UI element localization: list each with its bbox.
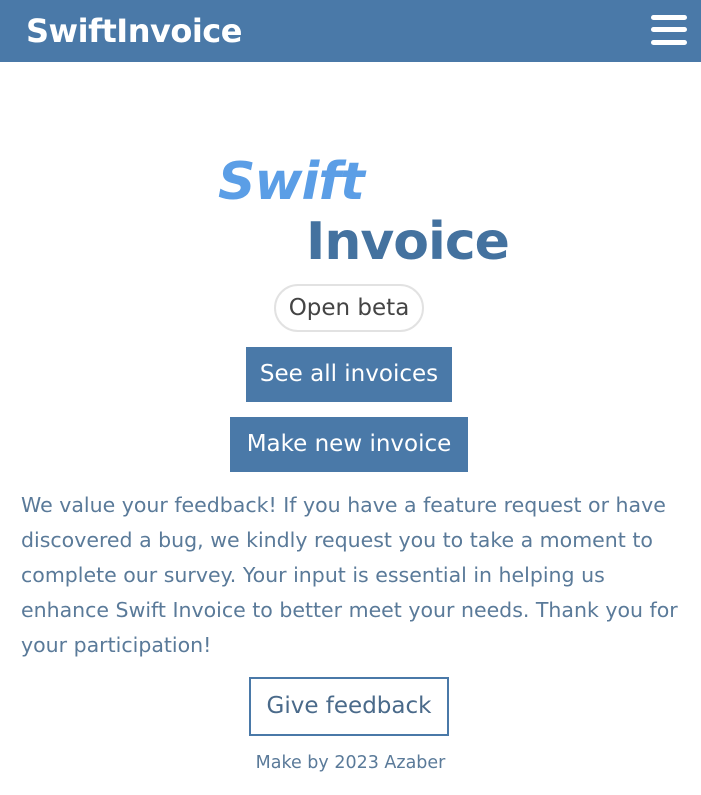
hamburger-bar (651, 15, 687, 20)
hamburger-bar (651, 27, 687, 32)
logo-swift-text: Swift (218, 152, 365, 212)
top-navbar: SwiftInvoice (0, 0, 701, 62)
logo-invoice-text: Invoice (306, 212, 510, 272)
hamburger-bar (651, 40, 687, 45)
footer-credit: Make by 2023 Azaber (255, 753, 446, 773)
hamburger-menu-icon[interactable] (651, 15, 687, 45)
see-all-invoices-button[interactable]: See all invoices (246, 347, 452, 402)
open-beta-badge: Open beta (274, 284, 424, 332)
brand-link[interactable]: SwiftInvoice (26, 11, 242, 51)
make-new-invoice-button[interactable]: Make new invoice (230, 417, 468, 472)
give-feedback-button[interactable]: Give feedback (249, 677, 449, 736)
feedback-message: We value your feedback! If you have a fe… (21, 493, 678, 657)
